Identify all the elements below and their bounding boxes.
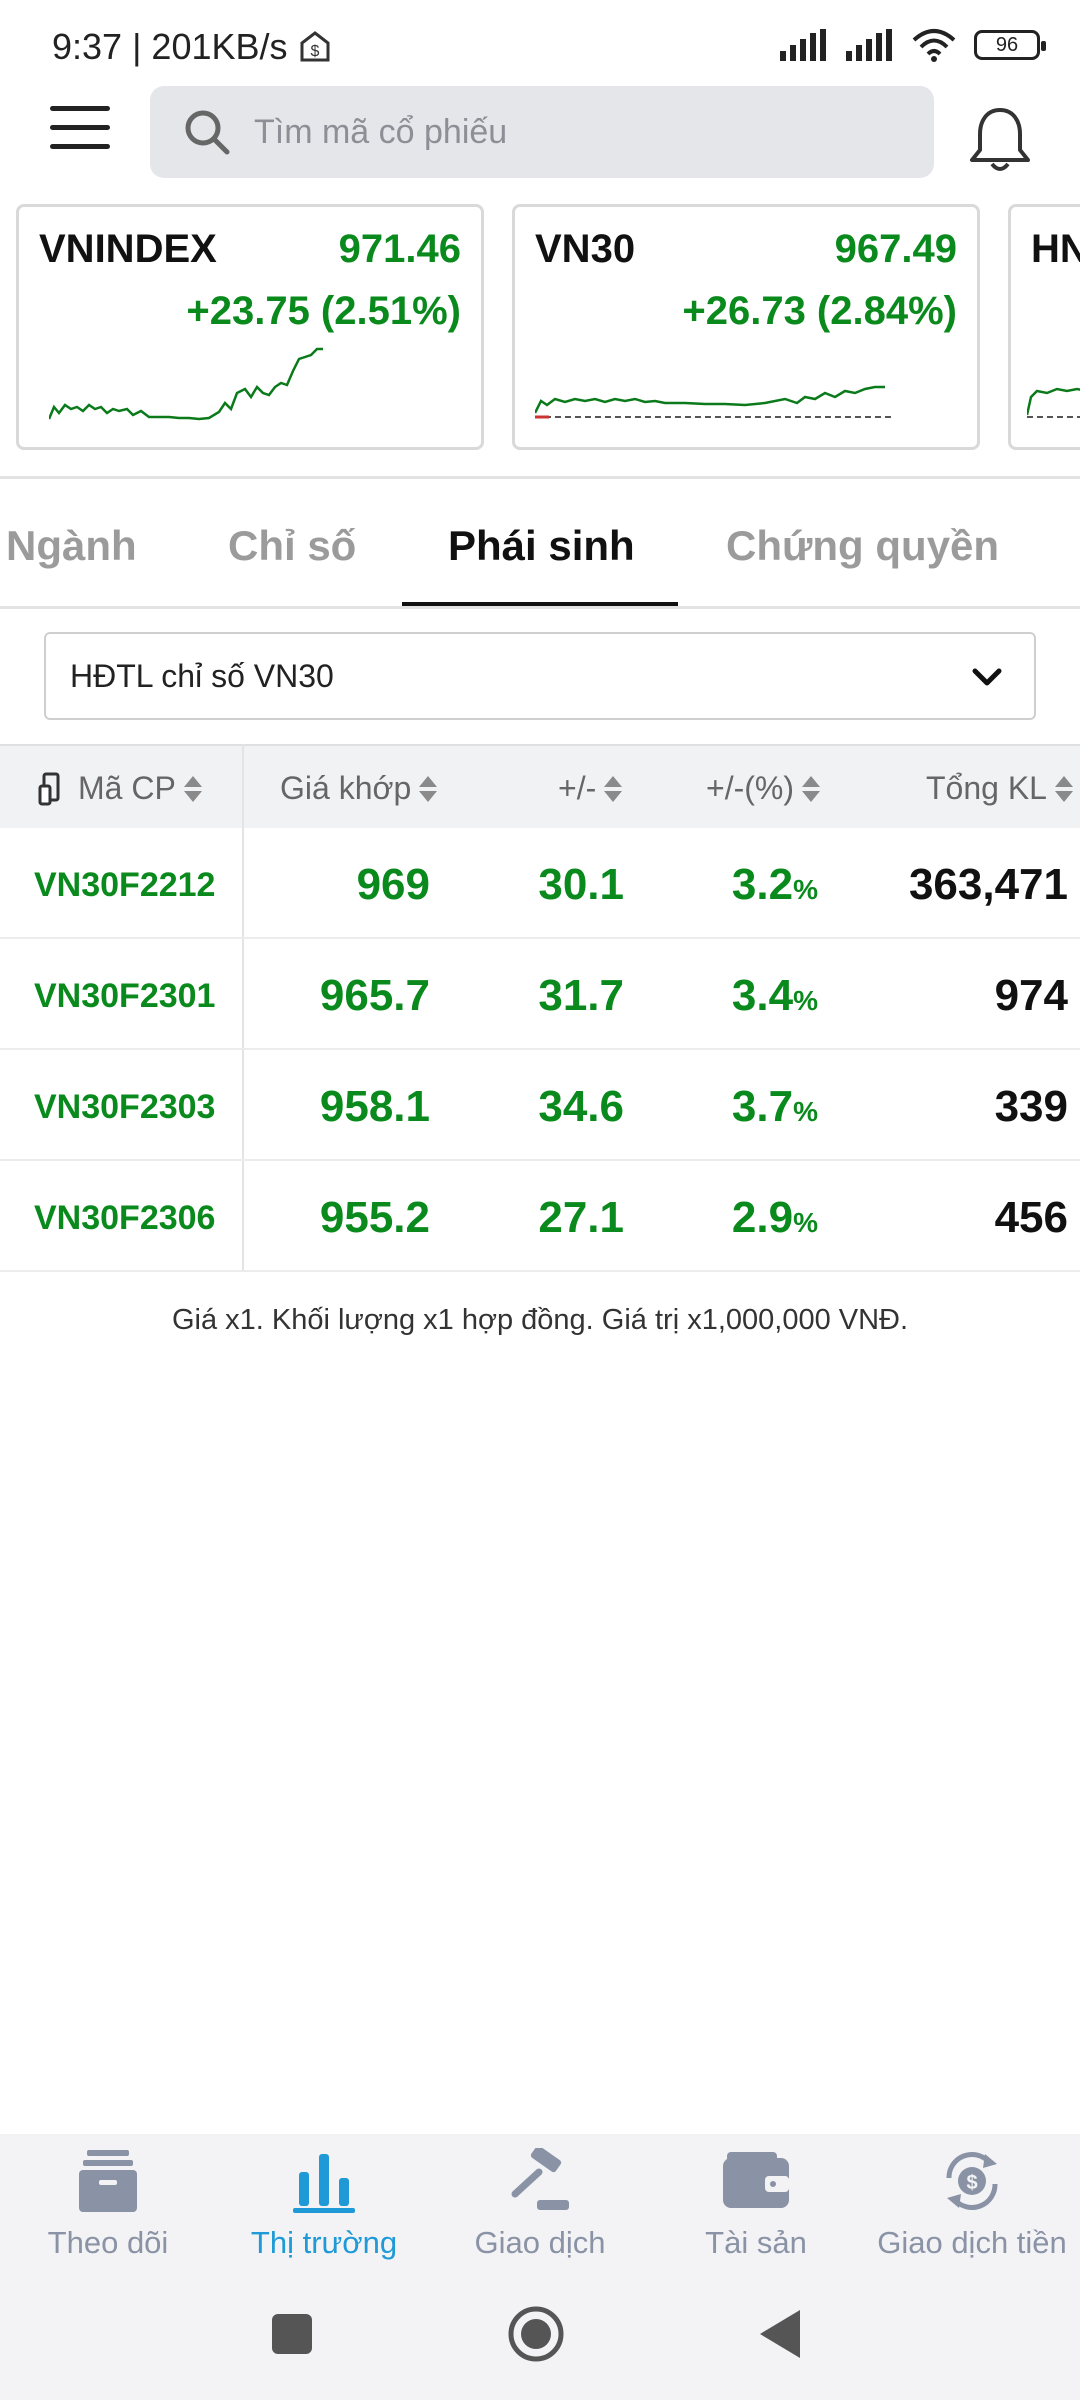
header-total-volume[interactable]: Tổng KL: [926, 770, 1073, 807]
phone-swap-icon: [38, 772, 60, 805]
nav-theo-doi[interactable]: Theo dõi: [0, 2148, 216, 2261]
sort-icon: [419, 774, 438, 804]
row-change: 34.6: [538, 1082, 624, 1131]
table-row[interactable]: VN30F2306 955.2 27.1 2.9% 456: [0, 1161, 1080, 1272]
table-row[interactable]: VN30F2303 958.1 34.6 3.7% 339: [0, 1050, 1080, 1161]
row-price: 955.2: [319, 1193, 430, 1242]
divider: [0, 606, 1080, 609]
index-name: HN: [1031, 227, 1080, 271]
gavel-icon: [511, 2145, 569, 2210]
bottom-navigation: Theo dõi Thị trường Giao dịch Tài sản $ …: [0, 2134, 1080, 2268]
sort-icon: [1054, 774, 1073, 804]
index-card-vnindex[interactable]: VNINDEX 971.46 +23.75 (2.51%): [16, 204, 484, 450]
row-change: 31.7: [538, 971, 624, 1020]
nav-giao-dich-tien[interactable]: $ Giao dịch tiền: [864, 2148, 1080, 2261]
svg-text:$: $: [310, 43, 319, 60]
system-navigation-bar: [0, 2268, 1080, 2400]
row-change-pct: 3.7%: [731, 1082, 818, 1131]
app-notification-icon: $: [300, 31, 330, 62]
home-icon[interactable]: [506, 2304, 566, 2364]
index-change: +23.75 (2.51%): [186, 289, 461, 333]
header-price[interactable]: Giá khớp: [280, 770, 438, 807]
index-sparkline: [535, 385, 895, 419]
row-symbol[interactable]: VN30F2301: [34, 977, 215, 1016]
row-change-pct: 3.2%: [731, 860, 818, 909]
svg-text:$: $: [966, 2172, 977, 2194]
header-change[interactable]: +/-: [558, 770, 623, 807]
row-change: 30.1: [538, 860, 624, 909]
status-bar: 9:37 | 201KB/s $ 96: [0, 0, 1080, 90]
table-row[interactable]: VN30F2301 965.7 31.7 3.4% 974: [0, 939, 1080, 1050]
row-price: 965.7: [319, 971, 430, 1020]
divider: [0, 476, 1080, 479]
index-name: VNINDEX: [39, 227, 217, 271]
row-price: 958.1: [319, 1082, 430, 1131]
index-sparkline: [1027, 387, 1080, 418]
row-price: 969: [356, 860, 430, 909]
nav-tai-san[interactable]: Tài sản: [648, 2148, 864, 2261]
watchlist-icon: [79, 2150, 137, 2212]
index-name: VN30: [535, 227, 636, 271]
search-icon: [185, 110, 230, 155]
signal-icon: [780, 29, 826, 61]
battery-icon: 96: [974, 30, 1046, 60]
nav-thi-truong[interactable]: Thị trường: [216, 2148, 432, 2261]
recent-apps-icon[interactable]: [270, 2312, 314, 2356]
row-change-pct: 3.4%: [731, 971, 818, 1020]
header-change-pct[interactable]: +/-(%): [706, 770, 820, 807]
row-change: 27.1: [538, 1193, 624, 1242]
tab-chung-quyen[interactable]: Chứng quyền: [726, 522, 999, 570]
sort-icon: [802, 774, 820, 804]
search-bar[interactable]: [150, 86, 934, 178]
market-tabs: Ngành Chỉ số Phái sinh Chứng quyền: [0, 480, 1080, 608]
signal-icon-2: [846, 29, 892, 61]
menu-icon[interactable]: [50, 106, 110, 156]
wallet-icon: [723, 2152, 789, 2208]
bell-icon[interactable]: [968, 104, 1032, 174]
header-symbol[interactable]: Mã CP: [38, 770, 202, 807]
table-row[interactable]: VN30F2212 969 30.1 3.2% 363,471: [0, 828, 1080, 939]
row-symbol[interactable]: VN30F2306: [34, 1199, 215, 1238]
money-transfer-icon: $: [946, 2152, 998, 2210]
row-volume: 363,471: [908, 860, 1068, 909]
row-volume: 456: [994, 1193, 1068, 1242]
contract-type-select[interactable]: HĐTL chỉ số VN30: [44, 632, 1036, 720]
row-symbol[interactable]: VN30F2303: [34, 1088, 215, 1127]
nav-giao-dich[interactable]: Giao dịch: [432, 2145, 648, 2261]
index-value: 971.46: [338, 227, 461, 271]
index-cards: VNINDEX 971.46 +23.75 (2.51%) VN30 967.4…: [0, 204, 1080, 454]
status-time-speed: 9:37 | 201KB/s: [52, 26, 288, 67]
row-volume: 339: [994, 1082, 1068, 1131]
tab-chi-so[interactable]: Chỉ số: [228, 522, 356, 570]
index-value: 967.49: [834, 227, 957, 271]
search-input[interactable]: [254, 112, 854, 152]
row-volume: 974: [994, 971, 1068, 1020]
table-footnote: Giá x1. Khối lượng x1 hợp đồng. Giá trị …: [171, 1304, 909, 1336]
index-card-hnx[interactable]: HN: [1008, 204, 1080, 450]
tab-nganh[interactable]: Ngành: [6, 522, 137, 570]
wifi-icon: [912, 29, 956, 62]
back-icon[interactable]: [756, 2308, 802, 2360]
tab-phai-sinh[interactable]: Phái sinh: [448, 522, 635, 570]
index-change: +26.73 (2.84%): [682, 289, 957, 333]
table-header: Mã CP Giá khớp +/- +/-(%) Tổng KL: [0, 744, 1080, 828]
sort-icon: [604, 774, 623, 804]
app-header: [0, 86, 1080, 178]
market-chart-icon: [293, 2154, 355, 2213]
index-card-vn30[interactable]: VN30 967.49 +26.73 (2.84%): [512, 204, 980, 450]
sort-icon: [183, 774, 202, 804]
row-symbol[interactable]: VN30F2212: [34, 866, 215, 905]
chevron-down-icon: [972, 668, 1002, 686]
index-sparkline: [49, 347, 323, 421]
row-change-pct: 2.9%: [731, 1193, 818, 1242]
select-value: HĐTL chỉ số VN30: [70, 657, 334, 694]
